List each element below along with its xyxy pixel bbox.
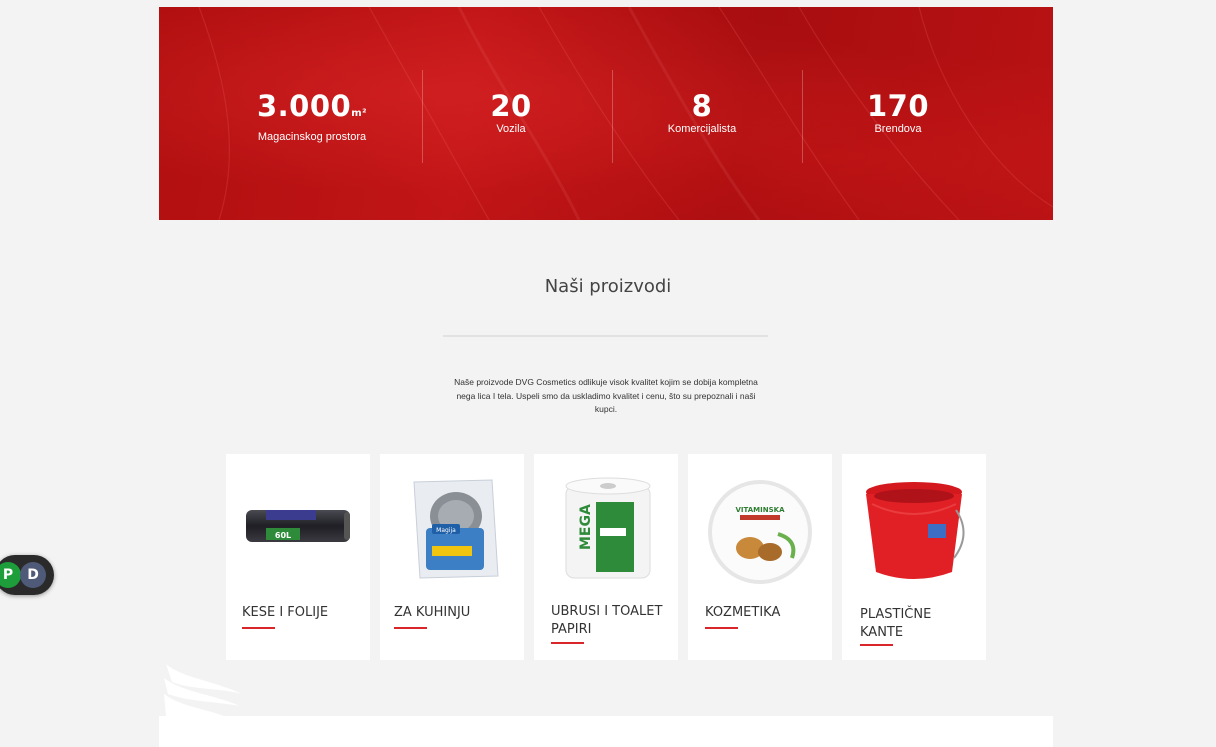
next-section-panel: [159, 716, 1053, 747]
stat-label: Brendova: [874, 123, 922, 135]
stat-divider: [422, 70, 423, 163]
roll-label-text: MEGA: [578, 504, 594, 550]
stat-value: 3.000m²: [256, 89, 368, 123]
stat-unit: m²: [351, 108, 368, 119]
accessibility-toggle[interactable]: P D: [0, 555, 54, 595]
stat-label: Komercijalista: [667, 123, 737, 135]
product-card-kante[interactable]: PLASTIČNE KANTE: [842, 454, 986, 660]
product-card-kozmetika[interactable]: VITAMINSKA KOZMETIKA: [688, 454, 832, 660]
stat-brands: 170 Brendova: [848, 62, 948, 162]
product-underline: [551, 642, 584, 644]
stat-divider: [612, 70, 613, 163]
accessibility-d-button[interactable]: D: [20, 562, 46, 588]
stat-value: 8: [691, 89, 713, 123]
stat-divider: [802, 70, 803, 163]
product-underline: [860, 644, 893, 646]
bag-label-text: 60L: [275, 531, 291, 540]
product-card-kese[interactable]: 60L KESE I FOLIJE: [226, 454, 370, 660]
stat-vehicles: 20 Vozila: [461, 62, 561, 162]
stat-value: 20: [490, 89, 532, 123]
product-name: PLASTIČNE KANTE: [860, 607, 932, 640]
product-name: ZA KUHINJU: [394, 605, 471, 620]
steel-scrubber-pack-image: Magija: [413, 479, 499, 579]
product-name: UBRUSI I TOALET PAPIRI: [551, 604, 663, 637]
accessibility-p-button[interactable]: P: [0, 562, 21, 588]
cream-jar-image: VITAMINSKA: [708, 480, 812, 584]
product-name: KESE I FOLIJE: [242, 605, 329, 620]
product-name: KOZMETIKA: [705, 605, 781, 620]
pack-label-text: Magija: [436, 527, 456, 534]
garbage-bag-roll-image: 60L: [246, 510, 350, 542]
wing-logo-icon: [164, 664, 242, 716]
stat-sales-reps: 8 Komercijalista: [652, 62, 752, 162]
section-title: Naši proizvodi: [544, 276, 672, 297]
stat-value: 170: [866, 89, 930, 123]
product-underline: [242, 627, 275, 629]
stat-warehouse: 3.000m² Magacinskog prostora: [239, 62, 385, 162]
product-underline: [705, 627, 738, 629]
product-card-ubrusi[interactable]: MEGA UBRUSI I TOALET PAPIRI: [534, 454, 678, 660]
stat-label: Vozila: [496, 123, 526, 135]
product-underline: [394, 627, 427, 629]
stat-label: Magacinskog prostora: [257, 131, 367, 143]
red-bucket-image: [866, 482, 965, 579]
product-card-kuhinja[interactable]: Magija ZA KUHINJU: [380, 454, 524, 660]
paper-towel-roll-image: MEGA: [565, 477, 651, 579]
stats-banner: 3.000m² Magacinskog prostora 20 Vozila 8…: [159, 7, 1053, 220]
jar-label-text: VITAMINSKA: [736, 506, 786, 514]
title-divider: [443, 335, 768, 337]
section-intro: Naše proizvode DVG Cosmetics odlikuje vi…: [454, 377, 758, 414]
